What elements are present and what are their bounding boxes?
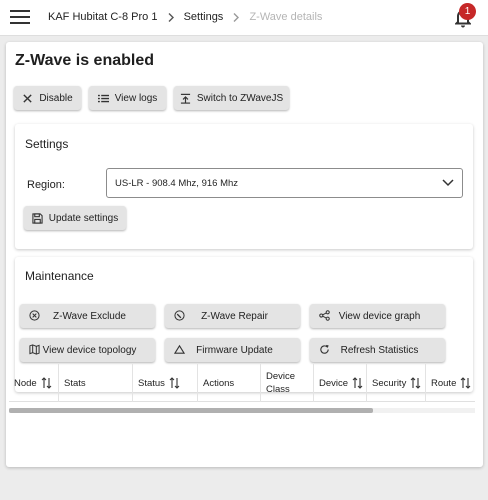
switch-zwavejs-button[interactable]: Switch to ZWaveJS	[174, 86, 289, 110]
cancel-circle-icon	[29, 310, 40, 321]
zwave-repair-button[interactable]: Z-Wave Repair	[165, 304, 300, 328]
breadcrumb: KAF Hubitat C-8 Pro 1 Settings Z-Wave de…	[48, 11, 322, 23]
breadcrumb-hub[interactable]: KAF Hubitat C-8 Pro 1	[48, 11, 157, 23]
sort-icon	[169, 377, 180, 389]
menu-icon[interactable]	[10, 10, 30, 25]
refresh-icon	[320, 344, 329, 354]
sort-icon	[41, 377, 52, 389]
settings-panel: Settings Region: US-LR - 908.4 Mhz, 916 …	[15, 124, 473, 249]
region-value: US-LR - 908.4 Mhz, 916 Mhz	[115, 178, 239, 189]
horizontal-scrollbar-thumb[interactable]	[9, 408, 373, 413]
notification-badge: 1	[459, 3, 476, 20]
column-header-status[interactable]: Status	[133, 364, 198, 402]
device-table: Node Stats Status Actions Device Class D…	[9, 364, 475, 414]
column-header-security[interactable]: Security	[367, 364, 426, 402]
close-icon	[23, 93, 32, 103]
save-icon	[32, 212, 43, 224]
sort-icon	[352, 377, 363, 389]
chevron-down-icon	[442, 179, 454, 187]
region-select[interactable]: US-LR - 908.4 Mhz, 916 Mhz	[106, 168, 463, 198]
breadcrumb-settings[interactable]: Settings	[184, 11, 224, 23]
column-header-node[interactable]: Node	[9, 364, 59, 402]
view-device-graph-button[interactable]: View device graph	[310, 304, 445, 328]
view-device-topology-button[interactable]: View device topology	[20, 338, 155, 362]
column-header-device-class[interactable]: Device Class	[261, 364, 314, 402]
chevron-right-icon	[233, 12, 240, 22]
page-title: Z-Wave is enabled	[15, 52, 154, 69]
upload-icon	[180, 93, 190, 104]
disable-button[interactable]: Disable	[14, 86, 81, 110]
repair-icon	[174, 310, 185, 321]
table-header: Node Stats Status Actions Device Class D…	[9, 364, 475, 402]
region-label: Region:	[27, 179, 65, 191]
firmware-update-button[interactable]: Firmware Update	[165, 338, 300, 362]
triangle-up-icon	[174, 344, 185, 354]
update-settings-button[interactable]: Update settings	[24, 206, 126, 230]
zwave-exclude-button[interactable]: Z-Wave Exclude	[20, 304, 155, 328]
view-logs-button[interactable]: View logs	[89, 86, 166, 110]
map-icon	[29, 344, 40, 355]
breadcrumb-current: Z-Wave details	[249, 11, 323, 24]
chevron-right-icon	[168, 12, 174, 22]
column-header-stats[interactable]: Stats	[59, 364, 133, 402]
list-icon	[97, 94, 109, 102]
column-header-route[interactable]: Route	[426, 364, 475, 402]
maintenance-title: Maintenance	[25, 269, 94, 283]
settings-title: Settings	[25, 137, 69, 151]
refresh-statistics-button[interactable]: Refresh Statistics	[310, 338, 445, 362]
top-bar: KAF Hubitat C-8 Pro 1 Settings Z-Wave de…	[0, 0, 488, 36]
share-graph-icon	[319, 310, 330, 321]
column-header-actions: Actions	[198, 364, 261, 402]
column-header-device[interactable]: Device	[314, 364, 367, 402]
sort-icon	[410, 377, 421, 389]
sort-icon	[460, 377, 471, 389]
